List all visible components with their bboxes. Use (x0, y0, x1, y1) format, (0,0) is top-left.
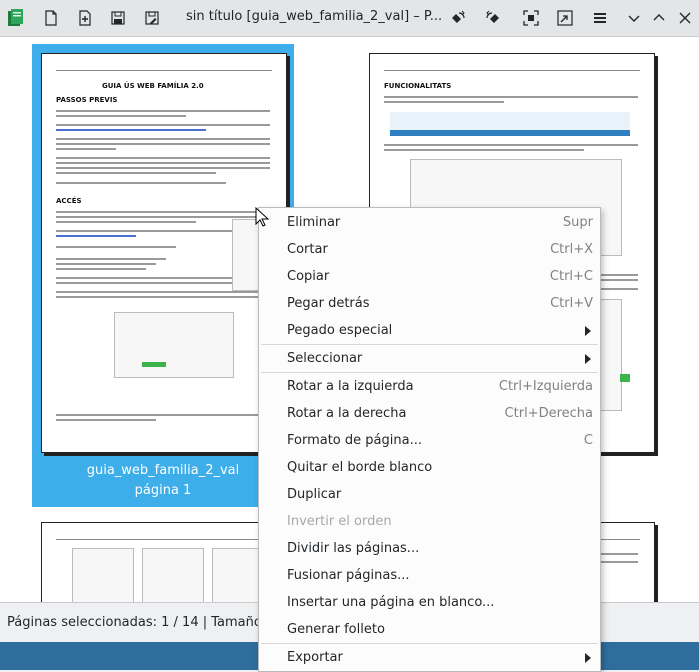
minimize-icon[interactable] (620, 4, 648, 32)
page-subheading: PASSOS PREVIS (56, 96, 118, 104)
menu-item-shortcut: C (583, 433, 593, 448)
menu-item-copiar[interactable]: Copiar Ctrl+C (259, 263, 600, 290)
menu-item-label: Quitar el borde blanco (287, 460, 433, 475)
menu-item-pegar-detras[interactable]: Pegar detrás Ctrl+V (259, 290, 600, 317)
zoom-fit-icon[interactable] (517, 4, 545, 32)
menu-item-cortar[interactable]: Cortar Ctrl+X (259, 236, 600, 263)
import-icon[interactable] (71, 4, 99, 32)
menu-item-pegado-especial[interactable]: Pegado especial (259, 317, 600, 344)
menu-item-label: Rotar a la izquierda (287, 379, 414, 394)
submenu-arrow-icon (585, 653, 591, 663)
menu-item-shortcut: Ctrl+V (550, 296, 593, 311)
page-subheading: ACCÉS (56, 197, 82, 205)
page-header-rule (56, 66, 272, 71)
menu-item-label: Insertar una página en blanco... (287, 595, 495, 610)
menu-item-rotar-derecha[interactable]: Rotar a la derecha Ctrl+Derecha (259, 400, 600, 427)
menu-item-rotar-izquierda[interactable]: Rotar a la izquierda Ctrl+Izquierda (259, 373, 600, 400)
mouse-cursor-icon (255, 207, 269, 227)
menu-item-formato-pagina[interactable]: Formato de página... C (259, 427, 600, 454)
menu-item-label: Invertir el orden (287, 514, 392, 529)
status-text: Páginas seleccionadas: 1 / 14 | Tamaño d… (7, 615, 283, 630)
maximize-icon[interactable] (645, 4, 673, 32)
save-as-icon[interactable] (138, 4, 166, 32)
title-bar: sin título [guia_web_familia_2_val] – P.… (0, 0, 699, 37)
menu-item-label: Pegado especial (287, 323, 393, 338)
menu-item-label: Duplicar (287, 487, 342, 502)
menu-item-label: Formato de página... (287, 433, 422, 448)
close-icon[interactable] (671, 4, 699, 32)
zoom-out-icon[interactable] (551, 4, 579, 32)
menu-item-label: Generar folleto (287, 622, 385, 637)
menu-item-shortcut: Ctrl+Izquierda (498, 379, 593, 394)
menu-item-label: Dividir las páginas... (287, 541, 420, 556)
menu-item-quitar-borde[interactable]: Quitar el borde blanco (259, 454, 600, 481)
menu-item-generar-folleto[interactable]: Generar folleto (259, 616, 600, 643)
app-icon (2, 4, 30, 32)
page-thumbnail-3[interactable] (32, 513, 294, 602)
hamburger-menu-icon[interactable] (586, 4, 614, 32)
page-preview: GUIA ÚS WEB FAMÍLIA 2.0 PASSOS PREVIS AC… (41, 53, 287, 453)
menu-item-fusionar-paginas[interactable]: Fusionar páginas... (259, 562, 600, 589)
menu-item-shortcut: Ctrl+Derecha (504, 406, 593, 421)
menu-item-dividir-paginas[interactable]: Dividir las páginas... (259, 535, 600, 562)
menu-item-exportar[interactable]: Exportar (259, 644, 600, 671)
page-header-rule (384, 66, 640, 71)
menu-item-label: Rotar a la derecha (287, 406, 407, 421)
rotate-right-icon[interactable] (479, 4, 507, 32)
page-preview (41, 522, 287, 602)
menu-item-shortcut: Ctrl+X (550, 242, 593, 257)
page-thumbnail-1[interactable]: GUIA ÚS WEB FAMÍLIA 2.0 PASSOS PREVIS AC… (32, 44, 294, 507)
menu-item-label: Cortar (287, 242, 328, 257)
menu-item-label: Fusionar páginas... (287, 568, 410, 583)
menu-item-invertir-orden: Invertir el orden (259, 508, 600, 535)
page-heading: FUNCIONALITATS (384, 82, 452, 90)
menu-item-seleccionar[interactable]: Seleccionar (259, 345, 600, 372)
menu-item-label: Exportar (287, 650, 343, 665)
menu-item-shortcut: Supr (562, 215, 593, 230)
menu-item-shortcut: Ctrl+C (549, 269, 593, 284)
submenu-arrow-icon (585, 354, 591, 364)
menu-item-label: Pegar detrás (287, 296, 370, 311)
menu-item-label: Seleccionar (287, 351, 363, 366)
submenu-arrow-icon (585, 326, 591, 336)
save-icon[interactable] (104, 4, 132, 32)
menu-item-label: Eliminar (287, 215, 341, 230)
menu-item-eliminar[interactable]: Eliminar Supr (259, 209, 600, 236)
menu-item-label: Copiar (287, 269, 330, 284)
open-icon[interactable] (37, 4, 65, 32)
menu-item-insertar-pagina-blanco[interactable]: Insertar una página en blanco... (259, 589, 600, 616)
page-header-rule (56, 535, 272, 540)
context-menu: Eliminar Supr Cortar Ctrl+X Copiar Ctrl+… (258, 207, 601, 672)
window-title: sin título [guia_web_familia_2_val] – P.… (186, 9, 443, 24)
rotate-left-icon[interactable] (444, 4, 472, 32)
page-heading: GUIA ÚS WEB FAMÍLIA 2.0 (102, 82, 204, 90)
menu-item-duplicar[interactable]: Duplicar (259, 481, 600, 508)
page-number-label: página 1 (134, 483, 192, 498)
page-filename-label: guia_web_familia_2_val (86, 463, 240, 478)
